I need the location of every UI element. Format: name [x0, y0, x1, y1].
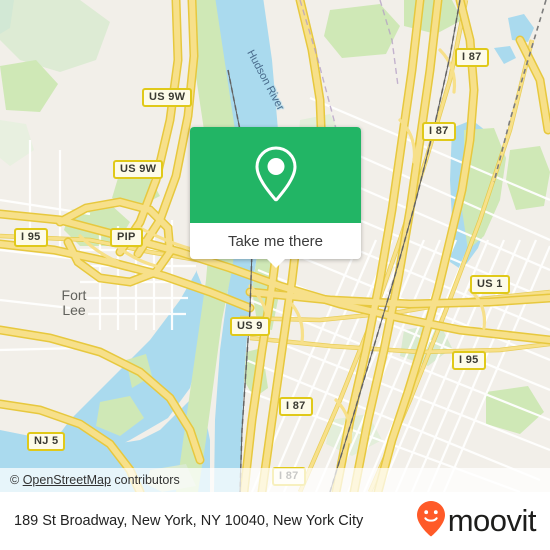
footer-bar: 189 St Broadway, New York, NY 10040, New… — [0, 492, 550, 550]
map-canvas[interactable]: Fort Lee Hudson River US 9W US 9W I 95 P… — [0, 0, 550, 492]
shield-i-87-mid: I 87 — [279, 397, 313, 416]
shield-us-9: US 9 — [230, 317, 270, 336]
popup-cta-area[interactable]: Take me there — [190, 223, 361, 268]
shield-i-95-west: I 95 — [14, 228, 48, 247]
destination-popup-card[interactable]: Take me there — [190, 127, 361, 268]
popup-pointer-tail — [265, 258, 286, 268]
location-pin-icon — [249, 142, 303, 209]
attribution-suffix: contributors — [110, 473, 180, 487]
shield-i-87-topright: I 87 — [455, 48, 489, 67]
map-label-fort-lee: Fort Lee — [61, 287, 87, 318]
popup-pin-area — [190, 127, 361, 223]
map-attribution-bar: © OpenStreetMap contributors — [0, 468, 550, 492]
address-label: 189 St Broadway, New York, NY 10040, New… — [14, 513, 364, 529]
openstreetmap-link[interactable]: OpenStreetMap — [23, 473, 111, 487]
shield-i-95-east: I 95 — [452, 351, 486, 370]
moovit-smiley-pin-icon — [416, 500, 446, 543]
moovit-map-screen: Fort Lee Hudson River US 9W US 9W I 95 P… — [0, 0, 550, 550]
shield-us-1: US 1 — [470, 275, 510, 294]
shield-pip: PIP — [110, 228, 143, 247]
shield-i-87-upper: I 87 — [422, 122, 456, 141]
moovit-wordmark: moovit — [447, 503, 537, 538]
moovit-brand: moovit — [416, 500, 537, 543]
take-me-there-label: Take me there — [227, 232, 324, 250]
attribution-prefix: © — [10, 473, 23, 487]
shield-us-9w-south: US 9W — [113, 160, 164, 179]
shield-us-9w-north: US 9W — [142, 88, 193, 107]
shield-nj-5: NJ 5 — [27, 432, 66, 451]
attribution-text: © OpenStreetMap contributors — [0, 473, 180, 487]
